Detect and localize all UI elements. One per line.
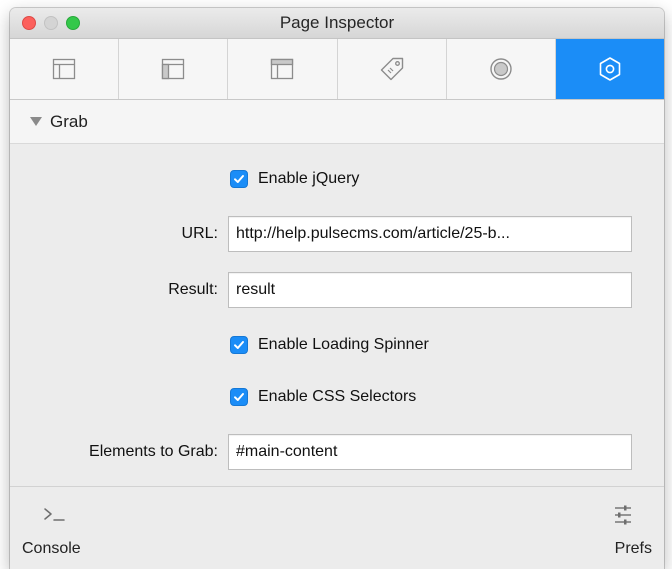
url-label: URL: (181, 225, 218, 242)
tab-layout-panel[interactable] (119, 39, 229, 99)
checkmark-icon (234, 175, 244, 183)
elements-row: Elements to Grab: #main-content (10, 434, 664, 470)
tab-tag[interactable] (338, 39, 447, 99)
tab-layout-sidebar[interactable] (10, 39, 120, 99)
result-label: Result: (168, 281, 218, 298)
page-inspector-window: Page Inspector Grab Enable jQuery URL: h… (10, 8, 664, 569)
url-row: URL: http://help.pulsecms.com/article/25… (10, 216, 664, 252)
enable-css-checkbox[interactable] (230, 388, 248, 406)
prefs-label: Prefs (614, 540, 652, 557)
elements-label: Elements to Grab: (89, 443, 218, 460)
disclosure-triangle-icon[interactable] (30, 117, 42, 126)
grab-section-header[interactable]: Grab (10, 100, 664, 144)
inspector-tab-bar (10, 39, 664, 100)
tab-grab[interactable] (555, 39, 664, 99)
url-input[interactable]: http://help.pulsecms.com/article/25-b... (228, 216, 632, 252)
tag-icon (380, 57, 403, 81)
sliders-icon (615, 505, 631, 525)
enable-jquery-label: Enable jQuery (258, 170, 360, 187)
tab-layout-header[interactable] (228, 39, 338, 99)
console-label: Console (22, 540, 81, 557)
window-title: Page Inspector (279, 13, 395, 32)
result-input[interactable]: result (228, 272, 632, 308)
enable-css-option[interactable]: Enable CSS Selectors (230, 384, 416, 410)
result-row: Result: result (10, 272, 664, 308)
title-bar[interactable]: Page Inspector (10, 8, 664, 39)
layout-sidebar-icon (52, 58, 76, 80)
tab-record[interactable] (447, 39, 556, 99)
layout-panel-icon (162, 58, 185, 80)
record-icon (490, 58, 512, 80)
enable-jquery-checkbox[interactable] (230, 170, 248, 188)
section-title: Grab (50, 111, 88, 131)
grab-settings-form: Enable jQuery URL: http://help.pulsecms.… (10, 144, 664, 484)
enable-spinner-label: Enable Loading Spinner (258, 336, 429, 353)
footer-bar: Console Prefs (10, 486, 664, 569)
terminal-prompt-icon (44, 508, 65, 521)
elements-input[interactable]: #main-content (228, 434, 632, 470)
enable-jquery-option[interactable]: Enable jQuery (230, 166, 359, 192)
enable-spinner-option[interactable]: Enable Loading Spinner (230, 332, 429, 358)
checkmark-icon (234, 341, 244, 349)
enable-css-label: Enable CSS Selectors (258, 388, 417, 405)
layout-header-icon (271, 58, 294, 80)
hexagon-gear-icon (599, 57, 621, 81)
checkmark-icon (234, 393, 244, 401)
enable-spinner-checkbox[interactable] (230, 336, 248, 354)
